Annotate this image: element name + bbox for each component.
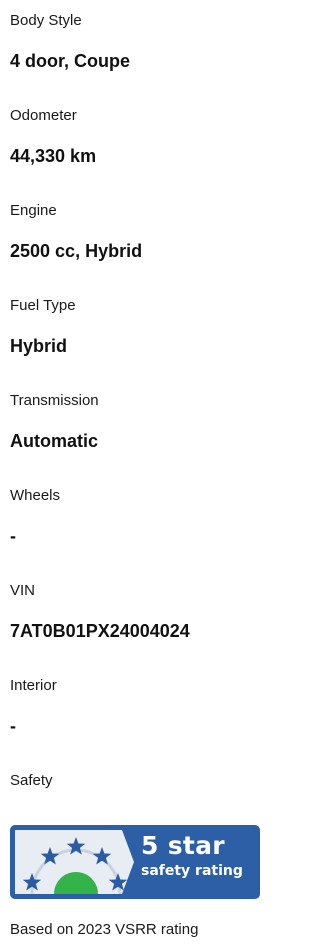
spec-label: Odometer bbox=[10, 107, 77, 124]
spec-label: Transmission bbox=[10, 392, 99, 409]
spec-wheels: Wheels - bbox=[10, 475, 322, 570]
spec-label: Wheels bbox=[10, 487, 61, 504]
spec-value: 44,330 km bbox=[10, 146, 97, 166]
spec-fuel-type: Fuel Type Hybrid bbox=[10, 285, 322, 380]
badge-star-count-text: 5 star bbox=[141, 831, 225, 860]
spec-vin: VIN 7AT0B01PX24004024 bbox=[10, 570, 322, 665]
spec-body-style: Body Style 4 door, Coupe bbox=[10, 0, 322, 95]
spec-value: - bbox=[10, 716, 16, 736]
spec-value: 4 door, Coupe bbox=[10, 51, 131, 71]
spec-value: - bbox=[10, 526, 16, 546]
spec-label: Engine bbox=[10, 202, 57, 219]
spec-transmission: Transmission Automatic bbox=[10, 380, 322, 475]
safety-rating-badge: 5 star safety rating bbox=[10, 825, 260, 899]
spec-value: Automatic bbox=[10, 431, 99, 451]
badge-safety-rating-text: safety rating bbox=[141, 863, 243, 879]
spec-label: Safety bbox=[10, 772, 53, 789]
spec-value: 7AT0B01PX24004024 bbox=[10, 621, 190, 641]
spec-odometer: Odometer 44,330 km bbox=[10, 95, 322, 190]
spec-label: Fuel Type bbox=[10, 297, 76, 314]
safety-rating-footnote: Based on 2023 VSRR rating bbox=[10, 921, 199, 938]
spec-engine: Engine 2500 cc, Hybrid bbox=[10, 190, 322, 285]
spec-label: Body Style bbox=[10, 12, 82, 29]
vehicle-specs-list: Body Style 4 door, Coupe Odometer 44,330… bbox=[10, 0, 322, 855]
badge-text: 5 star safety rating bbox=[141, 831, 243, 880]
spec-label: Interior bbox=[10, 677, 57, 694]
spec-interior: Interior - bbox=[10, 665, 322, 760]
spec-value: Hybrid bbox=[10, 336, 68, 356]
spec-label: VIN bbox=[10, 582, 36, 599]
spec-value: 2500 cc, Hybrid bbox=[10, 241, 143, 261]
